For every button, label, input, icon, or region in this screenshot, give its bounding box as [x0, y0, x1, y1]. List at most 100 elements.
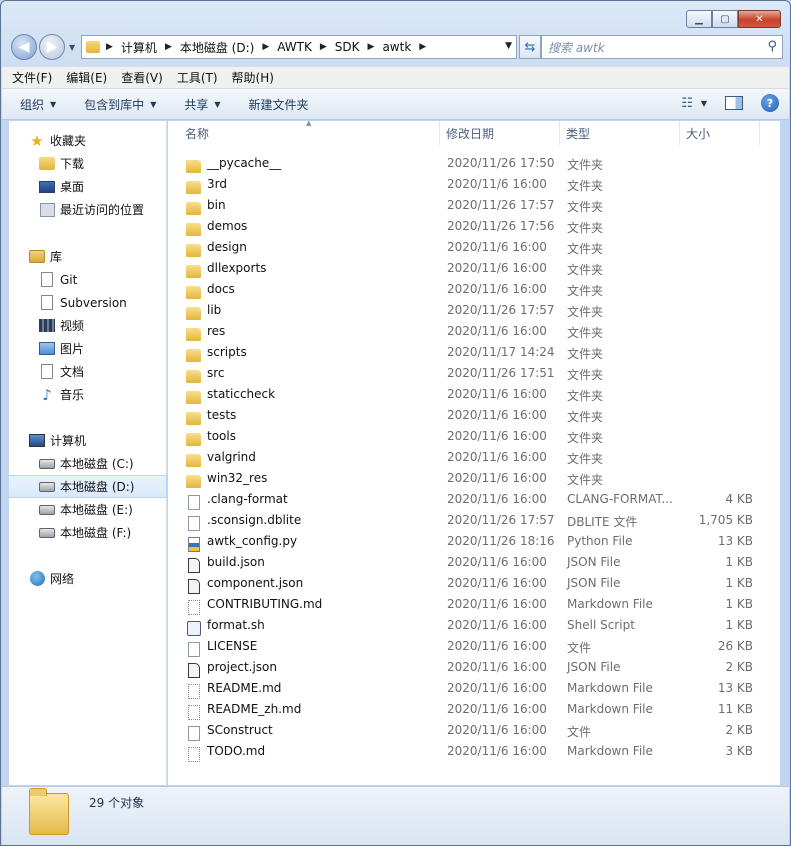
file-name: README_zh.md [207, 702, 302, 716]
nav-item-drive-c[interactable]: 本地磁盘 (C:) [9, 452, 167, 475]
file-row[interactable]: src 2020/11/26 17:51 文件夹 [168, 363, 780, 384]
file-row[interactable]: win32_res 2020/11/6 16:00 文件夹 [168, 468, 780, 489]
menu-help[interactable]: 帮助(H) [232, 69, 274, 86]
chevron-right-icon[interactable]: ▶ [419, 42, 426, 52]
file-type: Python File [567, 534, 633, 548]
file-row[interactable]: SConstruct 2020/11/6 16:00 文件 2 KB [168, 720, 780, 741]
folder-icon [186, 202, 201, 215]
chevron-right-icon[interactable]: ▶ [106, 42, 113, 52]
chevron-right-icon[interactable]: ▶ [368, 42, 375, 52]
view-options-icon[interactable]: ☷ [681, 96, 693, 111]
file-icon [188, 726, 200, 741]
nav-item-recent-places[interactable]: 最近访问的位置 [9, 198, 167, 221]
file-row[interactable]: TODO.md 2020/11/6 16:00 Markdown File 3 KB [168, 741, 780, 762]
file-row[interactable]: project.json 2020/11/6 16:00 JSON File 2 KB [168, 657, 780, 678]
command-bar: 组织 ▼ 包含到库中 ▼ 共享 ▼ 新建文件夹 ☷ ▼ ? [2, 89, 789, 120]
file-row[interactable]: dllexports 2020/11/6 16:00 文件夹 [168, 258, 780, 279]
column-date[interactable]: 修改日期 [440, 121, 560, 145]
file-row[interactable]: CONTRIBUTING.md 2020/11/6 16:00 Markdown F… [168, 594, 780, 615]
breadcrumb-awtk[interactable]: awtk [382, 40, 411, 54]
nav-network[interactable]: 网络 [9, 567, 167, 590]
file-row[interactable]: scripts 2020/11/17 14:24 文件夹 [168, 342, 780, 363]
column-name[interactable]: 名称 [179, 121, 440, 145]
new-folder-button[interactable]: 新建文件夹 [249, 96, 309, 113]
breadcrumb-awtk-root[interactable]: AWTK [277, 40, 312, 54]
file-row[interactable]: lib 2020/11/26 17:57 文件夹 [168, 300, 780, 321]
breadcrumb-drive-d[interactable]: 本地磁盘 (D:) [180, 39, 254, 56]
navigation-pane: ★ 收藏夹 下载 桌面 最近访问的位置 库 Git Subversion 视频 图… [9, 121, 167, 785]
nav-computer[interactable]: 计算机 [9, 429, 167, 452]
file-row[interactable]: tools 2020/11/6 16:00 文件夹 [168, 426, 780, 447]
back-button[interactable]: ◀ [11, 34, 37, 60]
file-type: 文件夹 [567, 284, 604, 298]
file-row[interactable]: 3rd 2020/11/6 16:00 文件夹 [168, 174, 780, 195]
file-row[interactable]: LICENSE 2020/11/6 16:00 文件 26 KB [168, 636, 780, 657]
maximize-button[interactable]: ▢ [712, 10, 738, 28]
address-bar[interactable]: ▶ 计算机 ▶ 本地磁盘 (D:) ▶ AWTK ▶ SDK ▶ awtk ▶ … [81, 35, 517, 59]
nav-item-pictures[interactable]: 图片 [9, 337, 167, 360]
file-row[interactable]: README.md 2020/11/6 16:00 Markdown File 13 … [168, 678, 780, 699]
chevron-right-icon[interactable]: ▶ [262, 42, 269, 52]
document-icon [41, 364, 53, 379]
menu-edit[interactable]: 编辑(E) [66, 69, 107, 86]
file-row[interactable]: bin 2020/11/26 17:57 文件夹 [168, 195, 780, 216]
nav-item-documents[interactable]: 文档 [9, 360, 167, 383]
file-row[interactable]: demos 2020/11/26 17:56 文件夹 [168, 216, 780, 237]
nav-item-videos[interactable]: 视频 [9, 314, 167, 337]
file-row[interactable]: .sconsign.dblite 2020/11/26 17:57 DBLITE 文… [168, 510, 780, 531]
file-type: 文件夹 [567, 179, 604, 193]
close-button[interactable]: ✕ [738, 10, 781, 28]
nav-favorites[interactable]: ★ 收藏夹 [9, 129, 167, 152]
nav-item-downloads[interactable]: 下载 [9, 152, 167, 175]
file-size: 26 KB [717, 639, 753, 653]
search-input[interactable]: 搜索 awtk ⚲ [541, 35, 783, 59]
nav-item-drive-d[interactable]: 本地磁盘 (D:) [9, 475, 167, 498]
file-row[interactable]: README_zh.md 2020/11/6 16:00 Markdown File… [168, 699, 780, 720]
nav-item-desktop[interactable]: 桌面 [9, 175, 167, 198]
file-row[interactable]: format.sh 2020/11/6 16:00 Shell Script 1 KB [168, 615, 780, 636]
help-icon[interactable]: ? [761, 94, 779, 112]
file-row[interactable]: staticcheck 2020/11/6 16:00 文件夹 [168, 384, 780, 405]
chevron-right-icon[interactable]: ▶ [165, 42, 172, 52]
column-type[interactable]: 类型 [560, 121, 680, 145]
file-row[interactable]: docs 2020/11/6 16:00 文件夹 [168, 279, 780, 300]
file-name: bin [207, 198, 226, 212]
refresh-button[interactable]: ⇆ [519, 35, 541, 59]
column-size[interactable]: 大小 [680, 121, 760, 145]
organize-button[interactable]: 组织 ▼ [20, 96, 56, 113]
file-row[interactable]: design 2020/11/6 16:00 文件夹 [168, 237, 780, 258]
file-row[interactable]: component.json 2020/11/6 16:00 JSON File 1 … [168, 573, 780, 594]
file-row[interactable]: build.json 2020/11/6 16:00 JSON File 1 KB [168, 552, 780, 573]
file-row[interactable]: awtk_config.py 2020/11/26 18:16 Python Fil… [168, 531, 780, 552]
minimize-button[interactable]: ▁ [686, 10, 712, 28]
nav-item-drive-e[interactable]: 本地磁盘 (E:) [9, 498, 167, 521]
preview-pane-icon[interactable] [725, 96, 743, 110]
chevron-right-icon[interactable]: ▶ [320, 42, 327, 52]
nav-item-music[interactable]: ♪ 音乐 [9, 383, 167, 406]
breadcrumb-sdk[interactable]: SDK [335, 40, 360, 54]
address-dropdown[interactable]: ▼ [505, 41, 512, 51]
menu-view[interactable]: 查看(V) [121, 69, 163, 86]
folder-icon [186, 349, 201, 362]
nav-libraries[interactable]: 库 [9, 245, 167, 268]
include-in-library-button[interactable]: 包含到库中 ▼ [84, 96, 156, 113]
new-folder-label: 新建文件夹 [248, 97, 309, 112]
nav-item-subversion[interactable]: Subversion [9, 291, 167, 314]
nav-item-drive-f[interactable]: 本地磁盘 (F:) [9, 521, 167, 544]
menu-tools[interactable]: 工具(T) [177, 69, 218, 86]
file-row[interactable]: __pycache__ 2020/11/26 17:50 文件夹 [168, 153, 780, 174]
file-row[interactable]: .clang-format 2020/11/6 16:00 CLANG-FORMAT… [168, 489, 780, 510]
forward-button[interactable]: ▶ [39, 34, 65, 60]
breadcrumb-computer[interactable]: 计算机 [121, 39, 157, 56]
file-row[interactable]: valgrind 2020/11/6 16:00 文件夹 [168, 447, 780, 468]
recent-pages-dropdown[interactable]: ▼ [69, 43, 75, 52]
view-dropdown-icon[interactable]: ▼ [701, 99, 707, 108]
nav-item-git[interactable]: Git [9, 268, 167, 291]
search-icon[interactable]: ⚲ [767, 39, 777, 54]
menu-file[interactable]: 文件(F) [12, 69, 52, 86]
file-type: 文件夹 [567, 473, 604, 487]
file-row[interactable]: res 2020/11/6 16:00 文件夹 [168, 321, 780, 342]
file-row[interactable]: tests 2020/11/6 16:00 文件夹 [168, 405, 780, 426]
share-button[interactable]: 共享 ▼ [184, 96, 220, 113]
file-size: 3 KB [725, 744, 753, 758]
